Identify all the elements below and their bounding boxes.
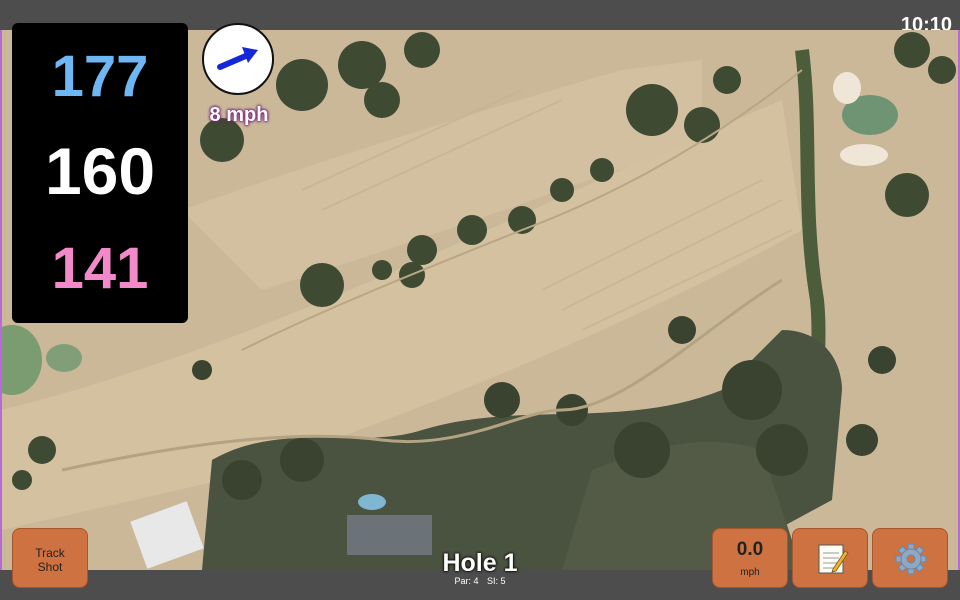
wind-speed: 8 mph <box>209 104 269 126</box>
settings-button[interactable] <box>872 528 948 588</box>
speed-button[interactable]: 0.0 mph <box>712 528 788 588</box>
track-shot-label-line2: Shot <box>37 560 63 574</box>
gear-icon <box>895 543 927 575</box>
wind-indicator <box>202 23 274 95</box>
notes-button[interactable] <box>792 528 868 588</box>
hole-stroke-index: SI: 5 <box>487 576 506 586</box>
speed-value: 0.0 <box>736 539 764 560</box>
back-distance: 177 <box>51 44 149 109</box>
wind-direction-arrow-icon <box>217 47 258 70</box>
speed-unit: mph <box>740 567 760 578</box>
distance-panel: 177 160 141 <box>12 23 188 323</box>
hole-par: Par: 4 <box>454 576 479 586</box>
hole-title: Hole 1 <box>442 549 518 577</box>
track-shot-label-line1: Track <box>35 546 65 560</box>
front-distance: 141 <box>51 236 149 301</box>
middle-distance: 160 <box>44 134 156 208</box>
notepad-icon <box>818 544 849 574</box>
track-shot-button[interactable]: Track Shot <box>12 528 88 588</box>
hole-info: Par: 4 SI: 5 <box>380 576 580 586</box>
